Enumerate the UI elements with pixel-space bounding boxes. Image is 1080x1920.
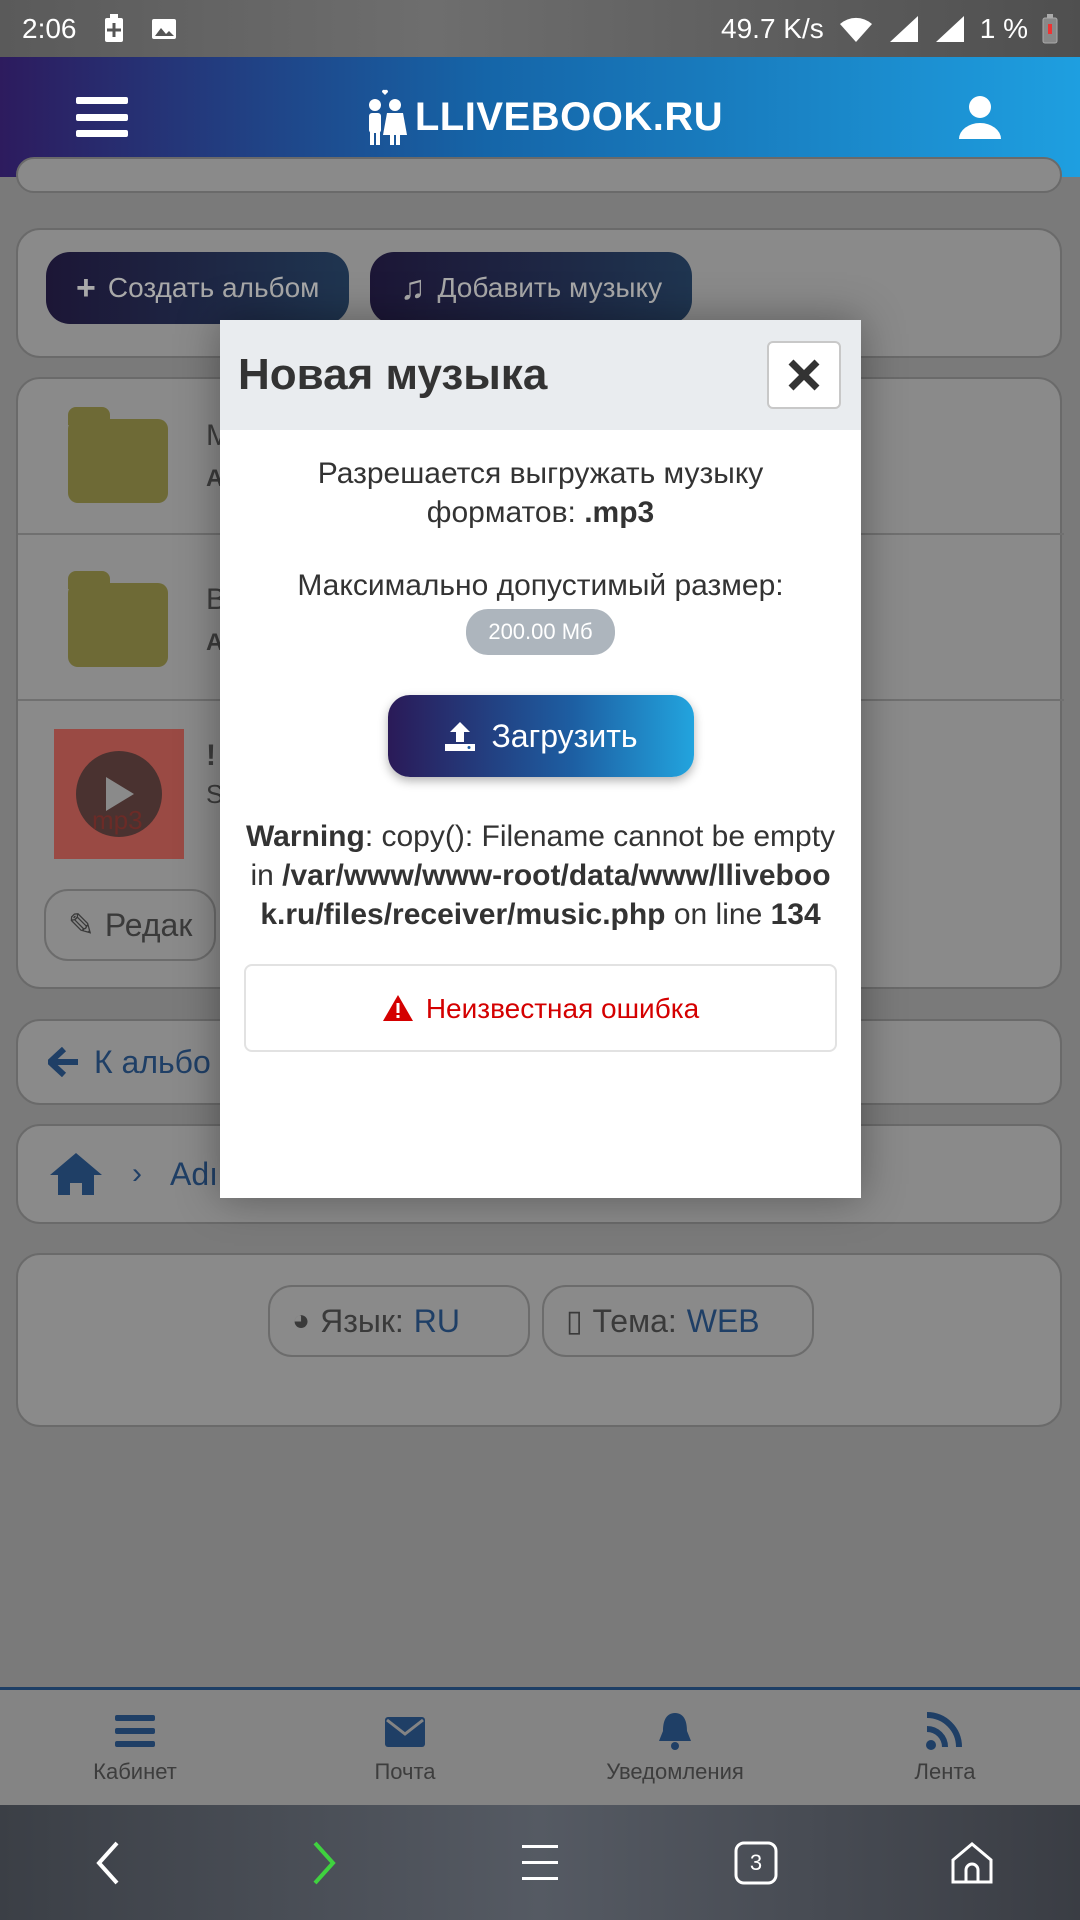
- rss-icon: [926, 1711, 962, 1750]
- site-logo[interactable]: LLIVEBOOK.RU: [361, 87, 723, 147]
- forward-icon[interactable]: [294, 1833, 354, 1893]
- close-icon: [788, 359, 820, 391]
- signal-icon: [889, 15, 918, 42]
- nav-feed[interactable]: Лента: [845, 1711, 1045, 1785]
- max-size-badge: 200.00 Мб: [466, 609, 615, 655]
- modal-body: Разрешается выгружать музыку форматов: .…: [220, 430, 861, 1052]
- bell-icon: [659, 1712, 691, 1750]
- edit-button[interactable]: ✎ Редак: [44, 889, 217, 961]
- signal-icon-2: [935, 15, 964, 42]
- pencil-icon: ✎: [68, 907, 95, 943]
- arrow-left-icon: [48, 1047, 78, 1077]
- browser-menu-icon[interactable]: [510, 1833, 570, 1893]
- plus-icon: +: [76, 268, 96, 307]
- php-warning: Warning: copy(): Filename cannot be empt…: [245, 820, 836, 931]
- upload-button[interactable]: Загрузить: [387, 695, 694, 777]
- logo-text: LLIVEBOOK.RU: [414, 94, 724, 139]
- language-button[interactable]: ◕ Язык: RU: [268, 1285, 530, 1357]
- back-icon[interactable]: [78, 1833, 138, 1893]
- formats-info: Разрешается выгружать музыку форматов: .…: [317, 457, 764, 529]
- status-time: 2:06: [22, 12, 77, 44]
- tabs-icon[interactable]: 3: [726, 1833, 786, 1893]
- breadcrumb-user[interactable]: Adı: [170, 1156, 218, 1193]
- error-alert: Неизвестная ошибка: [244, 964, 837, 1052]
- image-icon: [151, 18, 176, 39]
- music-note-icon: ♫: [400, 268, 426, 307]
- status-bar: 2:06 49.7 K/s 1 %: [0, 0, 1080, 57]
- theme-button[interactable]: ▯ Тема: WEB: [542, 1285, 814, 1357]
- nav-cabinet[interactable]: Кабинет: [35, 1711, 235, 1785]
- user-icon[interactable]: [956, 93, 1004, 141]
- chevron-right-icon: ›: [132, 1157, 142, 1190]
- track-title[interactable]: !: [206, 739, 216, 773]
- add-music-button[interactable]: ♫ Добавить музыку: [370, 252, 693, 324]
- net-speed: 49.7 K/s: [721, 12, 824, 44]
- tabs-count: 3: [749, 1849, 763, 1875]
- back-link[interactable]: К альбо: [94, 1044, 211, 1081]
- envelope-icon: [385, 1716, 425, 1747]
- battery-percent: 1 %: [979, 12, 1028, 44]
- formats-value: .mp3: [584, 496, 655, 529]
- new-music-modal: Новая музыка Разрешается выгружать музык…: [220, 320, 861, 1198]
- top-card-fragment: [16, 157, 1062, 193]
- upload-icon: [445, 722, 476, 751]
- menu-button[interactable]: [76, 97, 128, 137]
- mobile-icon: ▯: [566, 1304, 583, 1338]
- system-nav: 3: [0, 1805, 1080, 1920]
- error-text: Неизвестная ошибка: [425, 992, 700, 1024]
- track-format-label: mp3: [92, 805, 143, 835]
- bottom-nav: Кабинет Почта Уведомления Лента: [0, 1687, 1080, 1805]
- globe-icon: ◕: [292, 1304, 311, 1337]
- menu-icon: [115, 1714, 155, 1747]
- folder-icon[interactable]: [68, 407, 168, 503]
- home-nav-icon[interactable]: [942, 1833, 1002, 1893]
- create-album-button[interactable]: + Создать альбом: [46, 252, 350, 324]
- home-icon[interactable]: [48, 1151, 104, 1197]
- max-size-info: Максимально допустимый размер: 200.00 Мб: [240, 566, 841, 655]
- battery-low-icon: [1042, 13, 1058, 43]
- footer-card: ◕ Язык: RU ▯ Тема: WEB: [16, 1253, 1062, 1427]
- warning-triangle-icon: [382, 995, 413, 1021]
- folder-icon[interactable]: [68, 571, 168, 667]
- nav-mail[interactable]: Почта: [305, 1711, 505, 1785]
- close-button[interactable]: [767, 341, 841, 409]
- track-cover[interactable]: mp3: [54, 729, 184, 859]
- modal-title: Новая музыка: [238, 350, 548, 399]
- couple-logo-icon: [368, 89, 407, 145]
- modal-header: Новая музыка: [220, 320, 861, 430]
- battery-charging-icon: [104, 13, 123, 42]
- wifi-icon: [839, 17, 872, 42]
- nav-notifications[interactable]: Уведомления: [575, 1711, 775, 1785]
